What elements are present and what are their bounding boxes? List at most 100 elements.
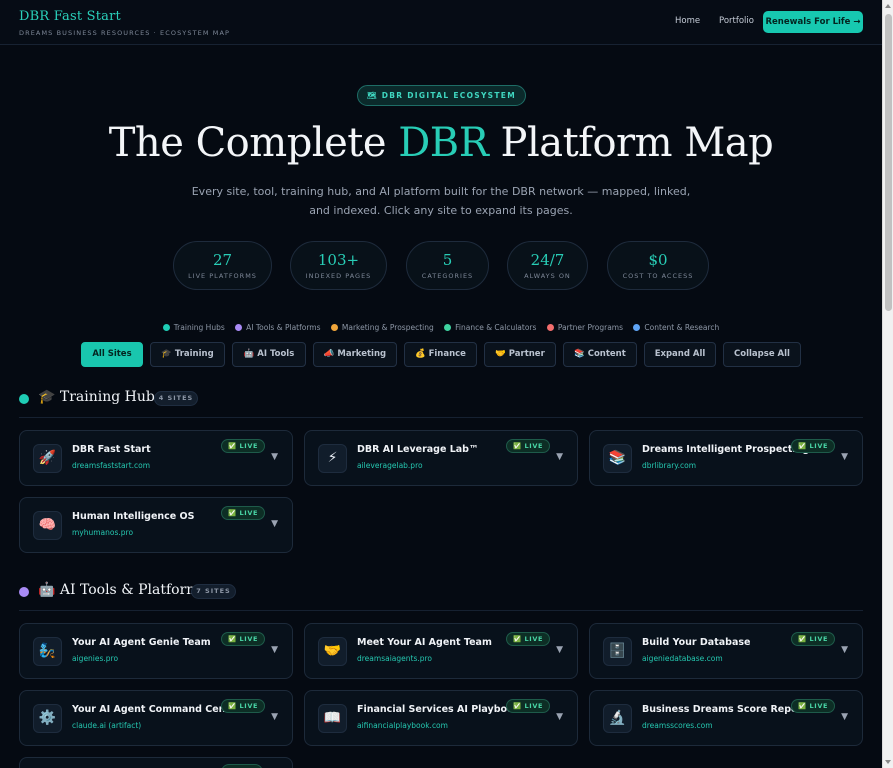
site-url-link[interactable]: aifinancialplaybook.com — [357, 721, 448, 730]
legend-item-finance: Finance & Calculators — [444, 323, 536, 332]
legend-item-partner: Partner Programs — [546, 323, 624, 332]
legend-label: AI Tools & Platforms — [246, 323, 321, 332]
legend-item-content: Content & Research — [633, 323, 719, 332]
stat-indexed-pages: 103+ INDEXED PAGES — [290, 241, 387, 290]
section-title-ai-tools: 🤖 AI Tools & Platforms — [38, 582, 207, 598]
site-url-link[interactable]: aigeniedatabase.com — [642, 654, 723, 663]
live-status-badge: ✅ LIVE — [221, 506, 265, 520]
section-divider — [19, 610, 863, 611]
live-status-badge-partial — [221, 764, 263, 768]
top-navigation-bar: DBR Fast Start DREAMS BUSINESS RESOURCES… — [0, 0, 882, 45]
site-url-link[interactable]: dreamsaiagents.pro — [357, 654, 432, 663]
live-status-badge: ✅ LIVE — [506, 439, 550, 453]
scroll-down-arrow-icon[interactable] — [885, 760, 891, 764]
site-card-ai-leverage-lab[interactable]: ⚡ DBR AI Leverage Lab™ aileveragelab.pro… — [304, 430, 578, 486]
site-card-human-intelligence-os[interactable]: 🧠 Human Intelligence OS myhumanos.pro ✅ … — [19, 497, 293, 553]
legend-item-training: Training Hubs — [162, 323, 225, 332]
chevron-down-icon[interactable]: ▼ — [271, 645, 278, 655]
scroll-up-arrow-icon[interactable] — [885, 4, 891, 8]
stat-value: 24/7 — [530, 251, 565, 269]
chevron-down-icon[interactable]: ▼ — [271, 519, 278, 529]
filter-partner-button[interactable]: 🤝 Partner — [484, 342, 556, 367]
chevron-down-icon[interactable]: ▼ — [556, 452, 563, 462]
chevron-down-icon[interactable]: ▼ — [556, 645, 563, 655]
site-card-prospecting-playbook[interactable]: 📚 Dreams Intelligent Prospecting Playboo… — [589, 430, 863, 486]
scrollbar-thumb[interactable] — [885, 14, 892, 311]
expand-all-button[interactable]: Expand All — [644, 342, 716, 367]
stat-label: COST TO ACCESS — [622, 272, 694, 280]
stat-label: CATEGORIES — [421, 272, 474, 280]
brand-title[interactable]: DBR Fast Start — [19, 9, 121, 24]
chevron-down-icon[interactable]: ▼ — [841, 452, 848, 462]
site-url-link[interactable]: aileveragelab.pro — [357, 461, 423, 470]
brain-icon: 🧠 — [33, 511, 62, 540]
live-status-badge: ✅ LIVE — [791, 632, 835, 646]
nav-link-portfolio[interactable]: Portfolio — [719, 16, 754, 26]
section-divider — [19, 417, 863, 418]
filter-content-button[interactable]: 📚 Content — [563, 342, 637, 367]
site-url-link[interactable]: myhumanos.pro — [72, 528, 133, 537]
chevron-down-icon[interactable]: ▼ — [271, 712, 278, 722]
lightning-icon: ⚡ — [318, 444, 347, 473]
filter-training-button[interactable]: 🎓 Training — [150, 342, 225, 367]
site-card-ai-agent-genie-team[interactable]: 🧞 Your AI Agent Genie Team aigenies.pro … — [19, 623, 293, 679]
stat-label: ALWAYS ON — [524, 272, 571, 280]
book-icon: 📖 — [318, 704, 347, 733]
section-dot-ai-tools — [19, 587, 29, 597]
legend-dot — [162, 324, 170, 331]
site-card-ai-agent-command-center[interactable]: ⚙️ Your AI Agent Command Center claude.a… — [19, 690, 293, 746]
ecosystem-pill: 🗺 DBR DIGITAL ECOSYSTEM — [357, 85, 526, 106]
chevron-down-icon[interactable]: ▼ — [841, 645, 848, 655]
stat-value: 27 — [212, 251, 233, 269]
site-card-meet-ai-agent-team[interactable]: 🤝 Meet Your AI Agent Team dreamsaiagents… — [304, 623, 578, 679]
gear-icon: ⚙️ — [33, 704, 62, 733]
site-card-dbr-fast-start[interactable]: 🚀 DBR Fast Start dreamsfaststart.com ✅ L… — [19, 430, 293, 486]
live-status-badge: ✅ LIVE — [221, 439, 265, 453]
section-count-badge: 7 SITES — [191, 584, 236, 599]
brand-subtitle: DREAMS BUSINESS RESOURCES · ECOSYSTEM MA… — [19, 29, 231, 37]
legend-dot — [235, 324, 243, 331]
vertical-scrollbar[interactable] — [882, 0, 893, 768]
collapse-all-button[interactable]: Collapse All — [723, 342, 801, 367]
site-url-link[interactable]: dreamsfaststart.com — [72, 461, 150, 470]
legend-dot — [633, 324, 641, 331]
legend-label: Partner Programs — [557, 323, 624, 332]
title-part-start: The Complete — [108, 120, 399, 166]
stat-label: INDEXED PAGES — [305, 272, 372, 280]
filter-ai-tools-button[interactable]: 🤖 AI Tools — [232, 342, 306, 367]
filter-finance-button[interactable]: 💰 Finance — [404, 342, 477, 367]
live-status-badge: ✅ LIVE — [791, 699, 835, 713]
stat-live-platforms: 27 LIVE PLATFORMS — [173, 241, 272, 290]
rocket-icon: 🚀 — [33, 444, 62, 473]
books-icon: 📚 — [603, 444, 632, 473]
page-title: The Complete DBR Platform Map — [0, 120, 882, 166]
renewals-button[interactable]: Renewals For Life → — [763, 11, 863, 33]
legend-label: Finance & Calculators — [455, 323, 537, 332]
site-url-link[interactable]: dbrlibrary.com — [642, 461, 696, 470]
live-status-badge: ✅ LIVE — [791, 439, 835, 453]
site-card-business-dreams-score[interactable]: 🔬 Business Dreams Score Report dreamssco… — [589, 690, 863, 746]
chevron-down-icon[interactable]: ▼ — [271, 452, 278, 462]
stat-value: 103+ — [317, 251, 360, 269]
filter-all-sites-button[interactable]: All Sites — [81, 342, 143, 367]
stat-categories: 5 CATEGORIES — [406, 241, 489, 290]
legend-dot — [330, 324, 338, 331]
legend-label: Content & Research — [644, 323, 720, 332]
site-card-build-your-database[interactable]: 🗄️ Build Your Database aigeniedatabase.c… — [589, 623, 863, 679]
cabinet-icon: 🗄️ — [603, 637, 632, 666]
chevron-down-icon[interactable]: ▼ — [841, 712, 848, 722]
site-url-link[interactable]: aigenies.pro — [72, 654, 118, 663]
live-status-badge: ✅ LIVE — [506, 632, 550, 646]
site-url-link[interactable]: claude.ai (artifact) — [72, 721, 141, 730]
site-card-financial-services-playbook[interactable]: 📖 Financial Services AI Playbook aifinan… — [304, 690, 578, 746]
live-status-badge: ✅ LIVE — [506, 699, 550, 713]
chevron-down-icon[interactable]: ▼ — [556, 712, 563, 722]
legend-dot — [444, 324, 452, 331]
nav-link-home[interactable]: Home — [675, 16, 700, 26]
site-url-link[interactable]: dreamsscores.com — [642, 721, 713, 730]
stat-always-on: 24/7 ALWAYS ON — [507, 241, 588, 290]
filter-marketing-button[interactable]: 📣 Marketing — [313, 342, 397, 367]
category-legend: Training Hubs AI Tools & Platforms Marke… — [0, 323, 882, 332]
legend-label: Training Hubs — [173, 323, 225, 332]
legend-item-ai-tools: AI Tools & Platforms — [235, 323, 321, 332]
